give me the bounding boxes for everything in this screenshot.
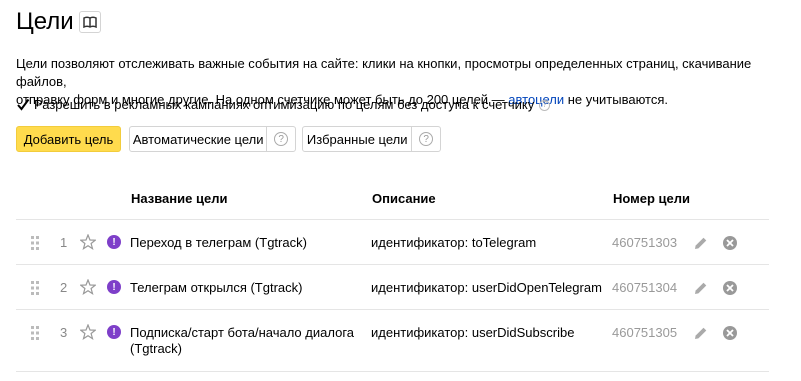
- add-goal-button[interactable]: Добавить цель: [16, 126, 121, 152]
- fav-goals-button[interactable]: Избранные цели: [303, 127, 411, 151]
- pencil-icon[interactable]: [694, 281, 708, 295]
- table-row: 2 ! Телеграм открылся (Tgtrack) идентифи…: [16, 264, 769, 310]
- delete-icon[interactable]: [723, 326, 737, 340]
- warning-icon: !: [107, 280, 121, 294]
- fav-goals-button-group: Избранные цели ?: [302, 126, 441, 152]
- auto-goals-button[interactable]: Автоматические цели: [130, 127, 266, 151]
- pencil-icon[interactable]: [694, 236, 708, 250]
- auto-goals-button-group: Автоматические цели ?: [129, 126, 296, 152]
- row-index: 3: [60, 325, 68, 340]
- goal-id: 460751304: [612, 280, 678, 295]
- star-icon[interactable]: [80, 234, 96, 250]
- goal-name: Подписка/старт бота/начало диалога (Tgtr…: [130, 325, 355, 356]
- row-index: 2: [60, 280, 68, 295]
- column-header-id: Номер цели: [613, 191, 691, 206]
- goal-name: Телеграм открылся (Tgtrack): [130, 280, 303, 295]
- fav-goals-help-button[interactable]: ?: [411, 127, 440, 151]
- warning-icon: !: [107, 235, 121, 249]
- star-icon[interactable]: [80, 279, 96, 295]
- warning-icon: !: [107, 325, 121, 339]
- auto-goals-help-button[interactable]: ?: [266, 127, 295, 151]
- goal-name: Переход в телеграм (Tgtrack): [130, 235, 307, 250]
- star-icon[interactable]: [80, 324, 96, 340]
- goal-description: идентификатор: userDidOpenTelegram: [371, 280, 602, 295]
- help-book-button[interactable]: [79, 11, 101, 33]
- goal-id: 460751305: [612, 325, 678, 340]
- question-icon[interactable]: ?: [539, 99, 551, 111]
- checkbox-checked-icon[interactable]: [16, 98, 30, 112]
- drag-handle-icon[interactable]: [31, 236, 39, 250]
- table-row: 3 ! Подписка/старт бота/начало диалога (…: [16, 309, 769, 372]
- page-title: Цели: [16, 8, 74, 35]
- column-header-description: Описание: [372, 191, 436, 206]
- goal-description: идентификатор: toTelegram: [371, 235, 537, 250]
- drag-handle-icon[interactable]: [31, 326, 39, 340]
- row-index: 1: [60, 235, 68, 250]
- drag-handle-icon[interactable]: [31, 281, 39, 295]
- question-icon: ?: [274, 132, 289, 146]
- ad-optimization-checkbox-row[interactable]: Разрешить в рекламных кампаниях оптимиза…: [16, 96, 551, 114]
- checkbox-label: Разрешить в рекламных кампаниях оптимиза…: [34, 97, 535, 112]
- goal-id: 460751303: [612, 235, 678, 250]
- question-icon: ?: [419, 132, 434, 146]
- pencil-icon[interactable]: [694, 326, 708, 340]
- book-icon: [83, 16, 97, 28]
- table-row: 1 ! Переход в телеграм (Tgtrack) идентиф…: [16, 219, 769, 265]
- delete-icon[interactable]: [723, 236, 737, 250]
- column-header-name: Название цели: [131, 191, 228, 206]
- delete-icon[interactable]: [723, 281, 737, 295]
- goal-description: идентификатор: userDidSubscribe: [371, 325, 575, 340]
